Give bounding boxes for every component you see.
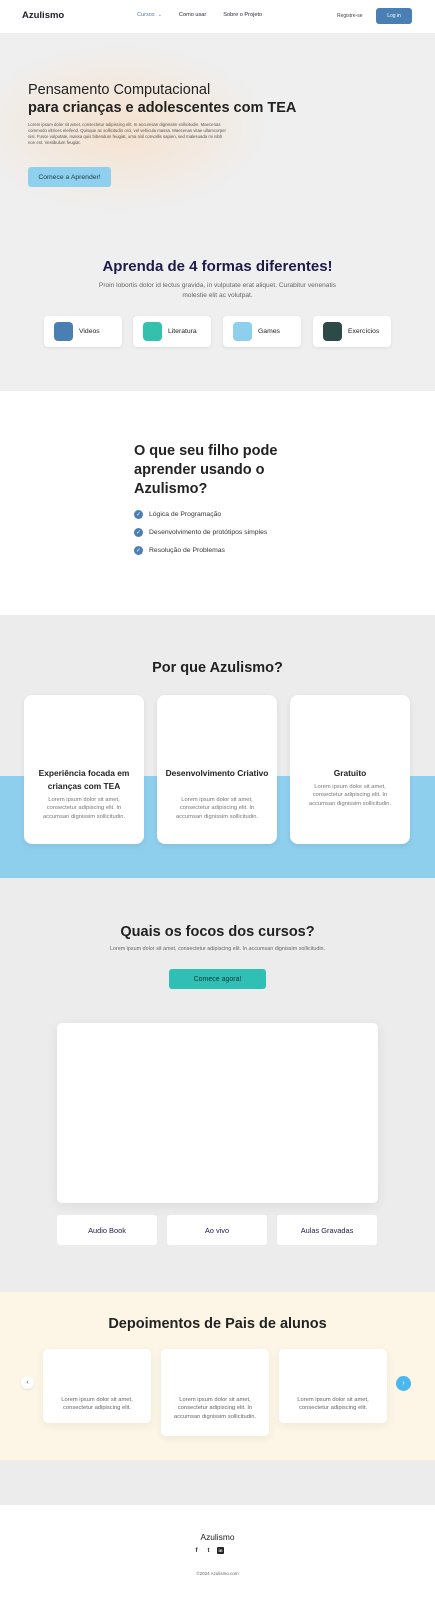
testimonial-card: Lorem ipsum dolor sit amet, consectetur …	[161, 1349, 269, 1436]
linkedin-icon[interactable]: in	[217, 1547, 224, 1554]
start-learning-button[interactable]: Comece a Aprender!	[28, 167, 111, 187]
why-card-title: Gratuito	[333, 768, 367, 778]
literature-icon	[143, 322, 162, 341]
tab-aulas-gravadas[interactable]: Aulas Gravadas	[277, 1215, 377, 1245]
nav-sobre-projeto[interactable]: Sobre o Projeto	[223, 12, 262, 18]
hero-section: Pensamento Computacional para crianças e…	[0, 33, 435, 211]
learn-item-label: Lógica de Programação	[149, 511, 222, 518]
learn-item: ✓ Lógica de Programação	[134, 510, 221, 519]
format-label: Games	[258, 328, 280, 335]
testimonial-text: Lorem ipsum dolor sit amet, consectetur …	[297, 1397, 369, 1412]
format-card-literatura[interactable]: Literatura	[133, 316, 211, 347]
tab-ao-vivo[interactable]: Ao vivo	[167, 1215, 267, 1245]
learn-item-label: Desenvolvimento de protótipos simples	[149, 529, 268, 536]
media-preview-panel[interactable]	[57, 1023, 378, 1203]
format-card-games[interactable]: Games	[223, 316, 301, 347]
what-to-learn-section: O que seu filho pode aprender usando o A…	[0, 391, 435, 615]
footer-logo[interactable]: Azulismo	[0, 1532, 435, 1542]
hero-description: Lorem ipsum dolor sit amet, consectetur …	[28, 122, 226, 146]
check-icon: ✓	[134, 510, 143, 519]
focus-subtitle: Lorem ipsum dolor sit amet, consectetur …	[109, 946, 326, 952]
tab-audio-book[interactable]: Audio Book	[57, 1215, 157, 1245]
learn-item: ✓ Desenvolvimento de protótipos simples	[134, 528, 267, 537]
focus-title: Quais os focos dos cursos?	[120, 924, 315, 940]
testimonial-card: Lorem ipsum dolor sit amet, consectetur …	[279, 1349, 387, 1423]
main-nav: Cursos ⌄ Como usar Sobre o Projeto	[137, 12, 262, 18]
facebook-icon[interactable]: f	[193, 1547, 200, 1554]
exercises-icon	[323, 322, 342, 341]
nav-cursos-label: Cursos	[137, 12, 155, 18]
why-card: Gratuito Lorem ipsum dolor sit amet, con…	[290, 695, 410, 844]
login-button[interactable]: Log in	[376, 8, 412, 24]
testimonial-text: Lorem ipsum dolor sit amet, consectetur …	[61, 1397, 133, 1412]
chevron-down-icon: ⌄	[157, 12, 162, 18]
why-card-title: Desenvolvimento Criativo	[165, 768, 269, 778]
top-navbar: Azulismo Cursos ⌄ Como usar Sobre o Proje…	[0, 0, 435, 33]
twitter-icon[interactable]: t	[205, 1547, 212, 1554]
register-link[interactable]: Registre-se	[337, 13, 363, 19]
why-card-title: Experiência focada em crianças com TEA	[38, 768, 130, 791]
testimonials-section: Depoimentos de Pais de alunos ‹ Lorem ip…	[0, 1292, 435, 1460]
carousel-prev-button[interactable]: ‹	[21, 1376, 34, 1389]
formats-title: Aprenda de 4 formas diferentes!	[102, 258, 333, 275]
format-label: Literatura	[168, 328, 197, 335]
testimonial-card: Lorem ipsum dolor sit amet, consectetur …	[43, 1349, 151, 1423]
course-focus-section: Quais os focos dos cursos? Lorem ipsum d…	[0, 878, 435, 1292]
footer: Azulismo f t in ©2024 Azulismo.com	[0, 1505, 435, 1600]
learn-item: ✓ Resolução de Problemas	[134, 546, 225, 555]
format-card-videos[interactable]: Videos	[44, 316, 122, 347]
videos-icon	[54, 322, 73, 341]
why-section: Por que Azulismo? Experiência focada em …	[0, 615, 435, 878]
learn-title: O que seu filho pode aprender usando o A…	[134, 443, 278, 497]
format-label: Exercícios	[348, 328, 380, 335]
format-label: Videos	[79, 328, 100, 335]
format-card-exercicios[interactable]: Exercícios	[313, 316, 391, 347]
copyright-text: ©2024 Azulismo.com	[196, 1571, 239, 1576]
start-now-button[interactable]: Comece agora!	[169, 969, 266, 989]
why-card-text: Lorem ipsum dolor sit amet, consectetur …	[308, 784, 392, 807]
formats-subtitle: Proin lobortis dolor id lectus gravida, …	[98, 282, 337, 299]
hero-title-line2: para crianças e adolescentes com TEA	[28, 100, 297, 116]
why-card-text: Lorem ipsum dolor sit amet, consectetur …	[175, 797, 259, 820]
section-spacer	[0, 1460, 435, 1505]
nav-como-usar[interactable]: Como usar	[179, 12, 206, 18]
check-icon: ✓	[134, 528, 143, 537]
logo[interactable]: Azulismo	[22, 10, 64, 21]
testimonials-title: Depoimentos de Pais de alunos	[108, 1316, 327, 1332]
hero-title-line1: Pensamento Computacional	[28, 82, 211, 98]
why-card: Desenvolvimento Criativo Lorem ipsum dol…	[157, 695, 277, 844]
learning-formats-section: Aprenda de 4 formas diferentes! Proin lo…	[0, 211, 435, 391]
games-icon	[233, 322, 252, 341]
social-links: f t in	[193, 1547, 224, 1554]
carousel-next-button[interactable]: ›	[396, 1376, 411, 1391]
nav-cursos[interactable]: Cursos ⌄	[137, 12, 162, 18]
learn-item-label: Resolução de Problemas	[149, 547, 225, 554]
testimonial-text: Lorem ipsum dolor sit amet, consectetur …	[173, 1397, 257, 1420]
why-card-text: Lorem ipsum dolor sit amet, consectetur …	[42, 797, 126, 820]
why-card: Experiência focada em crianças com TEA L…	[24, 695, 144, 844]
check-icon: ✓	[134, 546, 143, 555]
why-title: Por que Azulismo?	[152, 660, 283, 676]
